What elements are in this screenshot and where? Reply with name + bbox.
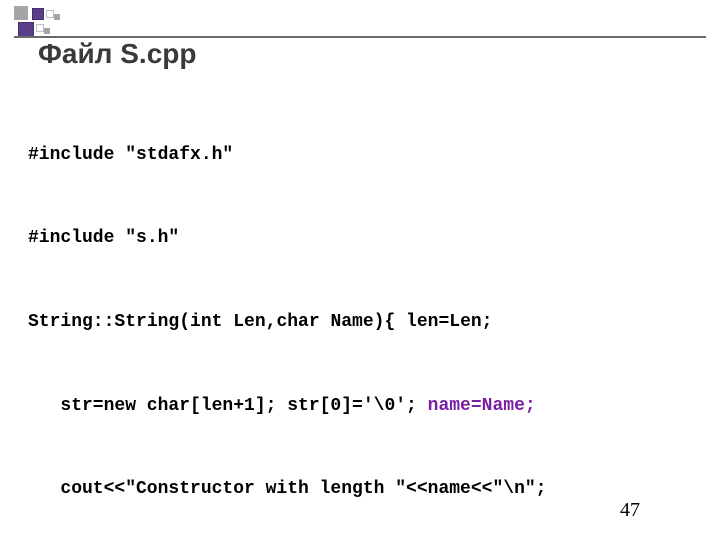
code-line: #include "stdafx.h" bbox=[28, 142, 590, 170]
corner-decoration bbox=[14, 6, 84, 36]
code-line: str=new char[len+1]; str[0]='\0'; name=N… bbox=[28, 393, 590, 421]
highlighted-code: name=Name; bbox=[428, 396, 536, 416]
page-number: 47 bbox=[620, 499, 640, 522]
slide-title: Файл S.cpp bbox=[38, 38, 196, 70]
slide: Файл S.cpp #include "stdafx.h" #include … bbox=[0, 0, 720, 540]
code-line: String::String(int Len,char Name){ len=L… bbox=[28, 309, 590, 337]
code-line: cout<<"Constructor with length "<<name<<… bbox=[28, 476, 590, 504]
code-block: #include "stdafx.h" #include "s.h" Strin… bbox=[28, 86, 590, 540]
code-line: #include "s.h" bbox=[28, 225, 590, 253]
